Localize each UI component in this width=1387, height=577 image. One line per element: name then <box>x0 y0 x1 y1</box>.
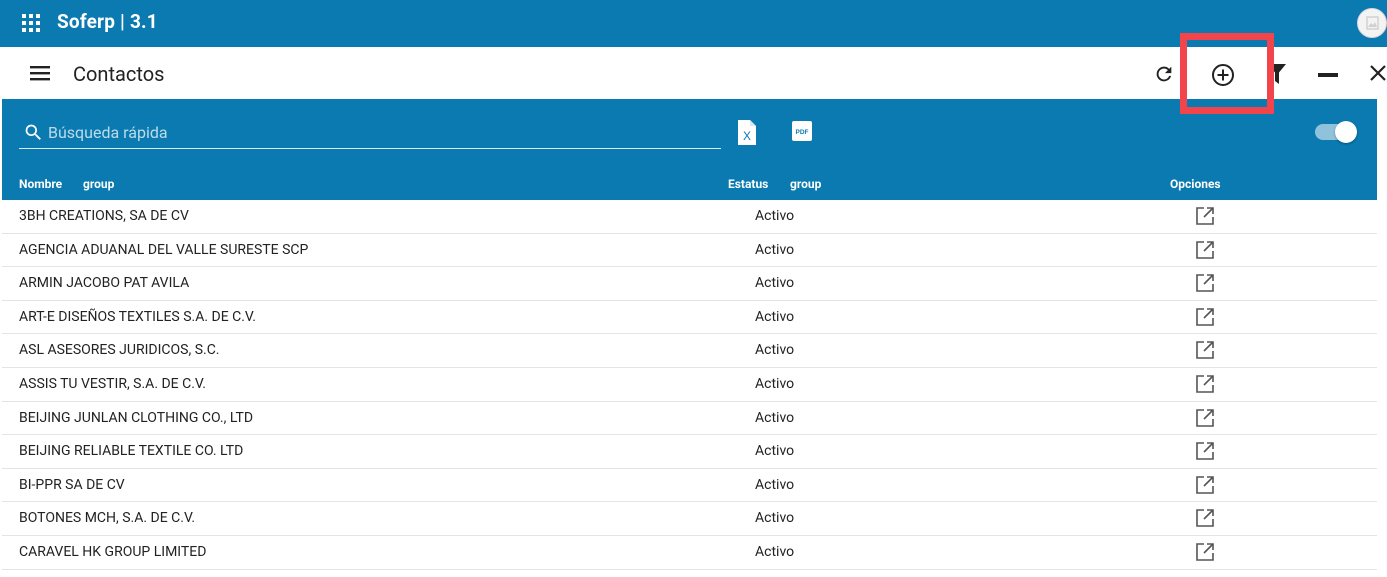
contact-status: Activo <box>755 510 795 527</box>
export-pdf-button[interactable]: PDF <box>791 120 813 142</box>
open-in-new-icon[interactable] <box>1195 240 1215 260</box>
table-row[interactable]: ASSIS TU VESTIR, S.A. DE C.V. Activo <box>2 368 1377 402</box>
user-avatar[interactable] <box>1357 8 1387 38</box>
open-in-new-icon[interactable] <box>1195 374 1215 394</box>
open-in-new-icon[interactable] <box>1195 542 1215 562</box>
open-in-new-icon[interactable] <box>1195 206 1215 226</box>
contact-name: CARAVEL HK GROUP LIMITED <box>19 543 207 560</box>
filter-icon[interactable] <box>1268 64 1286 84</box>
contact-status: Activo <box>755 308 795 325</box>
add-circle-icon[interactable] <box>1210 62 1236 88</box>
contact-name: ASL ASESORES JURIDICOS, S.C. <box>19 342 220 359</box>
contact-status: Activo <box>755 476 795 493</box>
contact-name: BI-PPR SA DE CV <box>19 476 125 493</box>
search-underline <box>19 148 721 149</box>
contact-status: Activo <box>755 409 795 426</box>
contact-status: Activo <box>755 342 795 359</box>
contact-status: Activo <box>755 275 795 292</box>
pdf-file-icon: PDF <box>792 121 812 141</box>
column-header-estatus[interactable]: Estatus <box>728 177 768 191</box>
apps-grid-icon[interactable] <box>22 14 40 32</box>
table-row[interactable]: ASL ASESORES JURIDICOS, S.C. Activo <box>2 334 1377 368</box>
table-row[interactable]: AGENCIA ADUANAL DEL VALLE SURESTE SCP Ac… <box>2 234 1377 268</box>
contact-name: BOTONES MCH, S.A. DE C.V. <box>19 510 196 527</box>
view-toggle[interactable] <box>1315 121 1357 143</box>
contact-name: AGENCIA ADUANAL DEL VALLE SURESTE SCP <box>19 241 309 258</box>
column-header-opciones: Opciones <box>1170 177 1221 191</box>
contact-status: Activo <box>755 241 795 258</box>
refresh-icon[interactable] <box>1153 63 1175 85</box>
contact-name: ARMIN JACOBO PAT AVILA <box>19 275 190 292</box>
excel-file-icon: X <box>738 120 756 145</box>
table-row[interactable]: ART-E DISEÑOS TEXTILES S.A. DE C.V. Acti… <box>2 301 1377 335</box>
table-row[interactable]: BI-PPR SA DE CV Activo <box>2 469 1377 503</box>
contact-name: BEIJING RELIABLE TEXTILE CO. LTD <box>19 443 244 460</box>
page-title: Contactos <box>73 62 165 86</box>
contact-name: ASSIS TU VESTIR, S.A. DE C.V. <box>19 375 206 392</box>
app-title: Soferp | 3.1 <box>57 10 158 33</box>
minimize-icon[interactable] <box>1318 73 1338 77</box>
open-in-new-icon[interactable] <box>1195 307 1215 327</box>
table-header-panel: X PDF Nombre group Estatus group Opcione… <box>2 99 1377 200</box>
svg-text:X: X <box>743 129 751 143</box>
contact-name: BEIJING JUNLAN CLOTHING CO., LTD <box>19 409 254 426</box>
open-in-new-icon[interactable] <box>1195 441 1215 461</box>
open-in-new-icon[interactable] <box>1195 475 1215 495</box>
open-in-new-icon[interactable] <box>1195 273 1215 293</box>
contacts-table-body: 3BH CREATIONS, SA DE CV Activo AGENCIA A… <box>2 200 1377 570</box>
contact-status: Activo <box>755 543 795 560</box>
column-header-group[interactable]: group <box>83 177 114 191</box>
app-header: Soferp | 3.1 <box>0 0 1387 47</box>
contact-status: Activo <box>755 443 795 460</box>
table-row[interactable]: ARMIN JACOBO PAT AVILA Activo <box>2 267 1377 301</box>
close-icon[interactable] <box>1369 64 1387 82</box>
contact-status: Activo <box>755 375 795 392</box>
search-input[interactable] <box>48 119 720 145</box>
search-icon <box>25 124 41 140</box>
open-in-new-icon[interactable] <box>1195 408 1215 428</box>
svg-text:PDF: PDF <box>796 129 809 136</box>
contact-status: Activo <box>755 208 795 224</box>
menu-icon[interactable] <box>30 65 50 81</box>
toggle-knob <box>1335 121 1357 143</box>
table-row[interactable]: 3BH CREATIONS, SA DE CV Activo <box>2 200 1377 234</box>
column-header-nombre[interactable]: Nombre <box>19 177 62 191</box>
column-header-group-2[interactable]: group <box>790 177 821 191</box>
open-in-new-icon[interactable] <box>1195 340 1215 360</box>
table-row[interactable]: BEIJING RELIABLE TEXTILE CO. LTD Activo <box>2 435 1377 469</box>
table-row[interactable]: CARAVEL HK GROUP LIMITED Activo <box>2 536 1377 570</box>
open-in-new-icon[interactable] <box>1195 508 1215 528</box>
image-placeholder-icon <box>1366 16 1379 30</box>
page-toolbar: Contactos <box>0 47 1387 99</box>
export-excel-button[interactable]: X <box>735 119 759 146</box>
contact-name: ART-E DISEÑOS TEXTILES S.A. DE C.V. <box>19 308 256 325</box>
contact-name: 3BH CREATIONS, SA DE CV <box>19 208 189 224</box>
table-row[interactable]: BOTONES MCH, S.A. DE C.V. Activo <box>2 502 1377 536</box>
table-row[interactable]: BEIJING JUNLAN CLOTHING CO., LTD Activo <box>2 402 1377 436</box>
